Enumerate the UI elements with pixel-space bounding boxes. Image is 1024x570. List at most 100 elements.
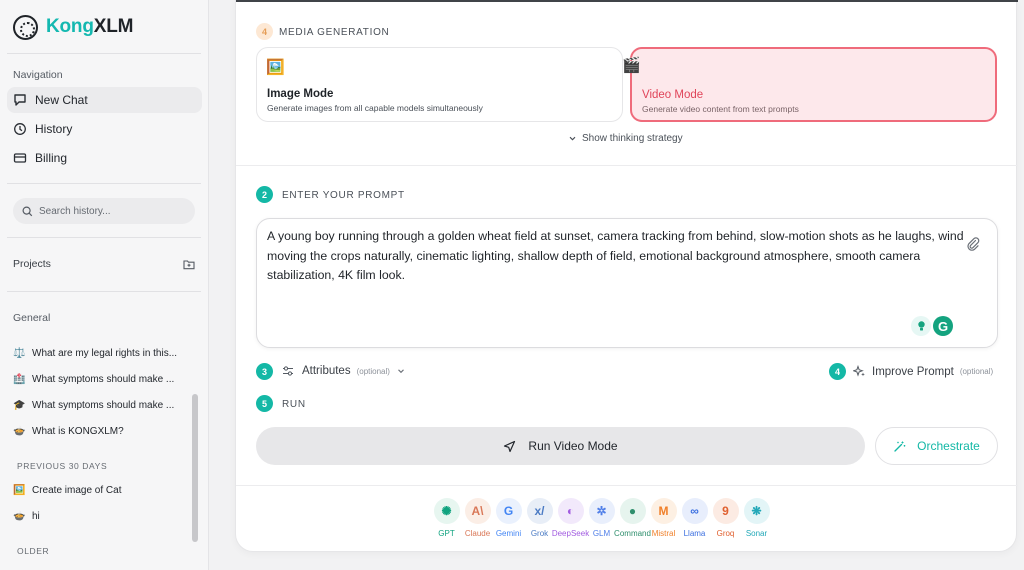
history-item-text: What are my legal rights in this... [32, 347, 178, 359]
image-mode-card[interactable]: 🖼️ Image Mode Generate images from all c… [256, 47, 623, 122]
kongxlm-logo-icon [13, 14, 38, 40]
mistral-icon: M [650, 498, 677, 524]
history-item[interactable]: 🖼️ Create image of Cat [7, 480, 190, 500]
model-name: GPT [438, 529, 455, 538]
model-name: GLM [592, 529, 611, 538]
show-thinking-strategy-label: Show thinking strategy [582, 133, 683, 144]
command-icon: ● [619, 498, 646, 524]
new-folder-icon[interactable] [183, 259, 195, 270]
general-label: General [13, 312, 51, 324]
show-thinking-strategy-toggle[interactable]: Show thinking strategy [568, 133, 683, 144]
model-name: Claude [464, 529, 491, 538]
step-number: 5 [256, 395, 273, 412]
scrollbar-thumb[interactable] [192, 394, 198, 542]
nav-history[interactable]: History [7, 116, 202, 142]
improve-prompt-toggle[interactable]: Improve Prompt (optional) [853, 365, 993, 378]
top-border [236, 0, 1018, 2]
model-name: Llama [683, 529, 706, 538]
image-icon: 🖼️ [13, 484, 26, 496]
video-mode-description: Generate video content from text prompts [642, 104, 799, 114]
model-mistral[interactable]: M Mistral [649, 498, 678, 542]
projects-label: Projects [13, 258, 51, 270]
model-name: Groq [716, 529, 735, 538]
older-label: OLDER [17, 546, 50, 556]
lightbulb-icon[interactable] [911, 316, 931, 336]
history-item[interactable]: 🏥 What symptoms should make ... [7, 369, 190, 389]
history-item-text: What symptoms should make ... [32, 373, 175, 385]
image-mode-icon: 🖼️ [266, 59, 285, 76]
orchestrate-label: Orchestrate [917, 439, 980, 453]
divider [7, 237, 201, 238]
model-groq[interactable]: 9 Groq [711, 498, 740, 542]
run-label: RUN [282, 399, 306, 410]
search-history[interactable] [13, 198, 195, 224]
run-video-mode-button[interactable]: Run Video Mode [256, 427, 865, 465]
prompt-textarea[interactable]: A young boy running through a golden whe… [256, 218, 998, 348]
orchestrate-button[interactable]: Orchestrate [875, 427, 998, 465]
model-gemini[interactable]: G Gemini [494, 498, 523, 542]
attributes-toggle[interactable]: Attributes (optional) [282, 365, 406, 377]
history-item[interactable]: 🍲 What is KONGXLM? [7, 421, 190, 441]
model-glm[interactable]: ✲ GLM [587, 498, 616, 542]
step-number: 2 [256, 186, 273, 203]
model-name: DeepSeek [551, 529, 590, 538]
glm-icon: ✲ [588, 498, 615, 524]
model-sonar[interactable]: ❋ Sonar [742, 498, 771, 542]
model-grok[interactable]: x/Grok [525, 498, 554, 542]
video-mode-title: Video Mode [642, 89, 704, 101]
model-name: Mistral [651, 529, 676, 538]
history-scrollbar[interactable] [190, 330, 200, 570]
step-number: 4 [829, 363, 846, 380]
model-gpt[interactable]: ✺ GPT [432, 498, 461, 542]
model-list: ✺ GPT A\ Claude G Gemini x/Grok ◐ DeepSeek ✲ GLM ● C… [432, 498, 773, 542]
nav-new-chat[interactable]: New Chat [7, 87, 202, 113]
chevron-down-icon [569, 136, 576, 141]
model-name: Grok [530, 529, 549, 538]
paperclip-icon[interactable] [966, 237, 980, 251]
divider [236, 165, 1018, 166]
history-item[interactable]: 🎓 What symptoms should make ... [7, 395, 190, 415]
claude-icon: A\ [464, 498, 491, 524]
divider [236, 485, 1018, 486]
prompt-text[interactable]: A young boy running through a golden whe… [267, 227, 967, 286]
image-mode-description: Generate images from all capable models … [267, 103, 483, 113]
nav-new-chat-label: New Chat [35, 93, 88, 107]
grammarly-widget[interactable]: G [911, 316, 953, 336]
bowl-icon: 🍲 [13, 510, 26, 522]
history-item[interactable]: ⚖️ What are my legal rights in this... [7, 343, 190, 363]
clapperboard-icon: 🎬 [622, 57, 641, 74]
search-history-input[interactable] [39, 205, 179, 217]
navigation-label: Navigation [13, 69, 63, 81]
model-command[interactable]: ● Command [614, 498, 651, 542]
sliders-icon [283, 366, 293, 376]
improve-prompt-optional-note: (optional) [959, 367, 994, 376]
history-item-text: hi [32, 510, 40, 522]
history-item-text: Create image of Cat [32, 484, 122, 496]
brand-name: KongXLM [46, 16, 134, 37]
run-video-mode-label: Run Video Mode [528, 439, 618, 453]
model-llama[interactable]: ∞ Llama [680, 498, 709, 542]
model-deepseek[interactable]: ◐ DeepSeek [552, 498, 589, 542]
step-number: 4 [256, 23, 273, 40]
grok-icon: x/ [526, 498, 553, 524]
history-item-text: What symptoms should make ... [32, 399, 175, 411]
image-mode-title: Image Mode [267, 88, 334, 100]
video-mode-card[interactable]: 🎬 Video Mode Generate video content from… [622, 47, 997, 122]
divider [7, 291, 201, 292]
gpt-icon: ✺ [433, 498, 460, 524]
deepseek-icon: ◐ [557, 498, 584, 524]
brand[interactable]: KongXLM [13, 14, 133, 40]
previous-30-days-label: PREVIOUS 30 DAYS [17, 461, 108, 471]
model-claude[interactable]: A\ Claude [463, 498, 492, 542]
main-panel: 4 MEDIA GENERATION 🖼️ Image Mode Generat… [235, 0, 1018, 552]
media-generation-label: MEDIA GENERATION [279, 27, 390, 38]
search-icon [22, 205, 33, 216]
improve-prompt-label: Improve Prompt [872, 365, 954, 378]
grammarly-icon[interactable]: G [933, 316, 953, 336]
nav-billing[interactable]: Billing [7, 145, 202, 171]
history-item[interactable]: 🍲 hi [7, 506, 190, 526]
sidebar: KongXLM Navigation New Chat History Bill… [0, 0, 209, 570]
history-list: ⚖️ What are my legal rights in this... 🏥… [7, 330, 190, 570]
divider [7, 53, 201, 54]
projects-header: Projects [13, 258, 195, 270]
